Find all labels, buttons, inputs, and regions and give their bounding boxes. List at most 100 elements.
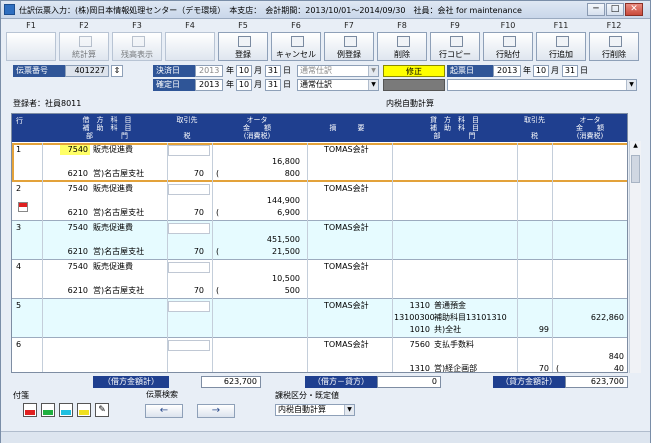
grid-scrollbar[interactable]: ▲ bbox=[629, 141, 641, 373]
credit-dept-code[interactable]: 1010 bbox=[394, 325, 430, 335]
credit-tax-code[interactable]: 70 bbox=[519, 364, 549, 372]
column-divider bbox=[392, 182, 393, 221]
partner-field[interactable] bbox=[168, 340, 210, 351]
issue-extra-select[interactable]: ▼ bbox=[447, 79, 637, 91]
issue-month[interactable]: 10 bbox=[533, 65, 549, 77]
debit-dept-code[interactable]: 6210 bbox=[60, 286, 90, 296]
status-gray-box bbox=[383, 79, 445, 91]
slip-no-field[interactable]: 401227 bbox=[65, 65, 109, 77]
row-flag-icon bbox=[18, 202, 28, 212]
debit-amount[interactable]: 16,800 bbox=[214, 157, 300, 167]
minimize-button[interactable]: ─ bbox=[587, 3, 605, 16]
debit-acct-code[interactable]: 7540 bbox=[60, 145, 90, 155]
col-c-tax: 税 bbox=[531, 132, 538, 140]
table-row[interactable]: 3 7540 販売促進費 6210 営)名古屋支社 70 451,500 (21,500 TOM… bbox=[12, 221, 627, 260]
credit-tax-code[interactable]: 99 bbox=[519, 325, 549, 335]
row-paste-button[interactable]: 行貼付 bbox=[483, 32, 533, 61]
confirm-month[interactable]: 10 bbox=[236, 79, 252, 91]
debit-tax-code[interactable]: 70 bbox=[168, 286, 204, 296]
scroll-up-icon[interactable]: ▲ bbox=[631, 142, 640, 151]
settle-year[interactable]: 2013 bbox=[195, 65, 223, 77]
issue-day[interactable]: 31 bbox=[562, 65, 578, 77]
debit-tax-code[interactable]: 70 bbox=[168, 208, 204, 218]
maximize-button[interactable]: □ bbox=[606, 3, 624, 16]
confirm-day[interactable]: 31 bbox=[265, 79, 281, 91]
debit-acct-code[interactable]: 7540 bbox=[60, 223, 90, 233]
tag-yellow-button[interactable] bbox=[77, 403, 91, 417]
memo-text[interactable]: TOMAS会計 bbox=[324, 145, 369, 155]
partner-field[interactable] bbox=[168, 262, 210, 273]
debit-acct-code[interactable]: 7540 bbox=[60, 262, 90, 272]
scroll-thumb[interactable] bbox=[631, 155, 640, 183]
memo-text[interactable]: TOMAS会計 bbox=[324, 223, 369, 233]
partner-field[interactable] bbox=[168, 145, 210, 156]
debit-amount[interactable]: 144,900 bbox=[214, 196, 300, 206]
cancel-button[interactable]: キャンセル bbox=[271, 32, 321, 61]
month-unit: 月 bbox=[254, 66, 262, 75]
debit-tax-code[interactable]: 70 bbox=[168, 169, 204, 179]
tax-default-select[interactable]: 内税自動計算 ▼ bbox=[275, 404, 355, 416]
recalc-button[interactable]: 統計算 bbox=[59, 32, 109, 61]
column-divider bbox=[552, 260, 553, 299]
paren-open-c: ( bbox=[556, 364, 560, 373]
memo-text[interactable]: TOMAS会計 bbox=[324, 340, 369, 350]
issue-year[interactable]: 2013 bbox=[493, 65, 521, 77]
table-row[interactable]: 2 7540 販売促進費 6210 営)名古屋支社 70 144,900 (6,900 TOMA… bbox=[12, 182, 627, 221]
credit-amount[interactable]: 840 bbox=[554, 352, 624, 362]
debit-dept-code[interactable]: 6210 bbox=[60, 169, 90, 179]
confirm-date-label: 確定日 bbox=[153, 79, 195, 91]
debit-acct-name: 販売促進費 bbox=[93, 223, 133, 232]
tag-red-button[interactable] bbox=[23, 403, 37, 417]
credit-dept-code[interactable]: 1310 bbox=[394, 364, 430, 372]
next-slip-button[interactable]: → bbox=[197, 404, 235, 418]
debit-dept-code[interactable]: 6210 bbox=[60, 208, 90, 218]
row-add-button[interactable]: 行追加 bbox=[536, 32, 586, 61]
credit-sub-code[interactable]: 13100300 bbox=[394, 313, 435, 323]
col-credit-sub: 補 助 科 目 bbox=[430, 124, 479, 132]
debit-amount[interactable]: 10,500 bbox=[214, 274, 300, 284]
partner-field[interactable] bbox=[168, 301, 210, 312]
partner-field[interactable] bbox=[168, 223, 210, 234]
debit-acct-code[interactable]: 7540 bbox=[60, 184, 90, 194]
slip-no-spin[interactable]: ⇕ bbox=[111, 65, 123, 77]
copy-icon bbox=[450, 36, 463, 47]
template-register-button[interactable]: 例登録 bbox=[324, 32, 374, 61]
credit-amount[interactable]: 622,860 bbox=[554, 313, 624, 323]
window-title: 仕訳伝票入力：(株)岡日本情報処理センター（デモ環境） 本支店： 会計期間：20… bbox=[19, 6, 522, 15]
memo-text[interactable]: TOMAS会計 bbox=[324, 262, 369, 272]
f1-button[interactable] bbox=[6, 32, 56, 61]
prev-slip-button[interactable]: ← bbox=[145, 404, 183, 418]
settle-day[interactable]: 31 bbox=[265, 65, 281, 77]
memo-text[interactable]: TOMAS会計 bbox=[324, 184, 369, 194]
balance-button[interactable]: 残高表示 bbox=[112, 32, 162, 61]
credit-acct-code[interactable]: 1310 bbox=[394, 301, 430, 311]
month-unit-2: 月 bbox=[254, 80, 262, 89]
entry-type-select-2[interactable]: 通常仕訳 ▼ bbox=[297, 79, 379, 91]
credit-sub-name: 補助科目13101310 bbox=[434, 313, 507, 322]
tag-green-button[interactable] bbox=[41, 403, 55, 417]
close-button[interactable]: ✕ bbox=[625, 3, 643, 16]
credit-total-label: （貸方金額計） bbox=[493, 376, 565, 388]
confirm-year[interactable]: 2013 bbox=[195, 79, 223, 91]
settle-month[interactable]: 10 bbox=[236, 65, 252, 77]
debit-tax-code[interactable]: 70 bbox=[168, 247, 204, 257]
entry-type-select-1[interactable]: 通常仕訳 ▼ bbox=[297, 65, 379, 77]
f4-button[interactable] bbox=[165, 32, 215, 61]
credit-acct-code[interactable]: 7560 bbox=[394, 340, 430, 350]
debit-amount[interactable]: 451,500 bbox=[214, 235, 300, 245]
register-button[interactable]: 登録 bbox=[218, 32, 268, 61]
table-row[interactable]: 5 TOMAS会計 1310 普通預金 13100300 補助科目13101310 1010… bbox=[12, 299, 627, 338]
row-number: 1 bbox=[16, 145, 22, 154]
table-row[interactable]: 1 7540 販売促進費 6210 営)名古屋支社 70 16,800 (800 TOMAS会計 bbox=[12, 143, 627, 182]
tag-cyan-button[interactable] bbox=[59, 403, 73, 417]
row-delete-button[interactable]: 行削除 bbox=[589, 32, 639, 61]
table-row[interactable]: 4 7540 販売促進費 6210 営)名古屋支社 70 10,500 (500 TOMAS会計 bbox=[12, 260, 627, 299]
debit-dept-code[interactable]: 6210 bbox=[60, 247, 90, 257]
tag-edit-button[interactable]: ✎ bbox=[95, 403, 109, 417]
row-copy-button[interactable]: 行コピー bbox=[430, 32, 480, 61]
memo-text[interactable]: TOMAS会計 bbox=[324, 301, 369, 311]
partner-field[interactable] bbox=[168, 184, 210, 195]
table-row[interactable]: 6 TOMAS会計 7560 支払手数料 1310 営)経企画部 70 840 (40 bbox=[12, 338, 627, 373]
column-divider bbox=[392, 338, 393, 372]
delete-button[interactable]: 削除 bbox=[377, 32, 427, 61]
